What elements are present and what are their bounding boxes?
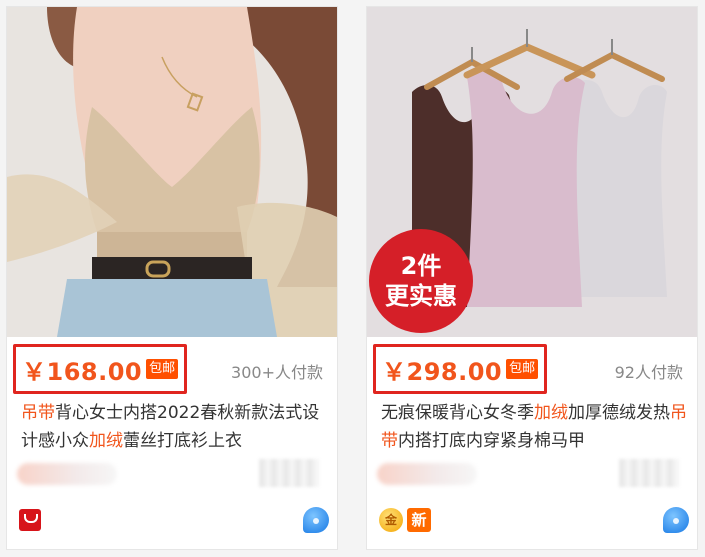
promo-line2: 更实惠 <box>385 282 457 310</box>
blurred-info <box>17 459 327 487</box>
product-card[interactable]: 2件 更实惠 ￥298.00 包邮 92人付款 无痕保暖背心女冬季加绒加厚德绒发… <box>366 6 698 550</box>
title-keyword: 加绒 <box>89 431 123 451</box>
title-text: 无痕保暖背心女冬季 <box>381 403 534 423</box>
blurred-tag <box>377 463 477 485</box>
product-image[interactable]: 2件 更实惠 <box>367 7 697 337</box>
chat-bubble-icon[interactable] <box>663 507 689 533</box>
title-text: 蕾丝打底衫上衣 <box>123 431 242 451</box>
shop-logo-icon[interactable] <box>19 509 41 531</box>
product-grid: ￥168.00 包邮 300+人付款 吊带背心女士内搭2022春秋新款法式设计感… <box>0 0 705 557</box>
price: ￥298.00 <box>382 357 503 386</box>
product-card[interactable]: ￥168.00 包邮 300+人付款 吊带背心女士内搭2022春秋新款法式设计感… <box>6 6 338 550</box>
title-keyword: 加绒 <box>534 403 568 423</box>
card-footer <box>19 507 329 535</box>
title-keyword: 吊带 <box>21 403 55 423</box>
price-highlight-box: ￥168.00 包邮 <box>13 344 188 394</box>
price-highlight-box: ￥298.00 包邮 <box>373 344 548 394</box>
card-footer: 金 新 <box>379 507 689 535</box>
product-title[interactable]: 无痕保暖背心女冬季加绒加厚德绒发热吊带内搭打底内穿紧身棉马甲 <box>381 399 689 455</box>
free-shipping-badge: 包邮 <box>146 359 179 379</box>
blurred-info <box>377 459 687 487</box>
new-badge-icon[interactable]: 新 <box>407 508 431 532</box>
free-shipping-badge: 包邮 <box>506 359 539 379</box>
gold-seller-icon[interactable]: 金 <box>379 508 403 532</box>
promo-badge: 2件 更实惠 <box>369 229 473 333</box>
product-title[interactable]: 吊带背心女士内搭2022春秋新款法式设计感小众加绒蕾丝打底衫上衣 <box>21 399 329 455</box>
sales-count: 92人付款 <box>614 363 683 382</box>
title-text: 加厚德绒发热 <box>568 403 670 423</box>
product-image[interactable] <box>7 7 337 337</box>
blurred-text <box>259 459 319 487</box>
blurred-tag <box>17 463 117 485</box>
promo-line1: 2件 <box>400 252 442 280</box>
price-row: ￥168.00 包邮 300+人付款 <box>7 343 337 401</box>
price: ￥168.00 <box>22 357 143 386</box>
blurred-text <box>619 459 679 487</box>
title-text: 内搭打底内穿紧身棉马甲 <box>398 431 585 451</box>
sales-count: 300+人付款 <box>231 363 323 382</box>
price-row: ￥298.00 包邮 92人付款 <box>367 343 697 401</box>
chat-bubble-icon[interactable] <box>303 507 329 533</box>
